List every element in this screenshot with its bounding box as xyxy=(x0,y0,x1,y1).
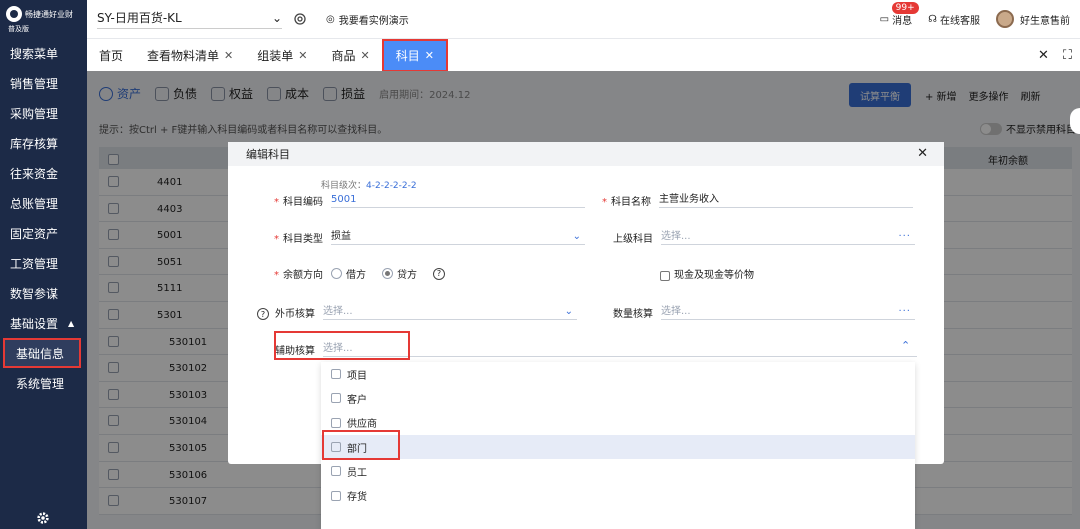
more-icon: ··· xyxy=(898,306,911,317)
message-icon: ▭ xyxy=(879,13,890,25)
aux-select[interactable]: 选择... xyxy=(323,341,917,357)
cash-field: 现金及现金等价物 xyxy=(660,266,754,281)
avatar xyxy=(996,10,1014,28)
option-project[interactable]: 项目 xyxy=(321,362,915,386)
credit-radio[interactable]: 贷方 xyxy=(382,266,417,281)
service-button[interactable]: ☊ 在线客服 xyxy=(928,12,980,27)
qty-field: 数量核算 选择... ··· xyxy=(613,304,915,320)
close-all-icon[interactable]: ✕ xyxy=(1038,48,1049,63)
user-menu[interactable]: 好生意售前 xyxy=(996,10,1070,28)
menu-funds[interactable]: 往来资金 xyxy=(0,158,87,188)
message-badge: 99+ xyxy=(891,1,919,14)
company-select[interactable]: SY-日用百货-KL ⌄ xyxy=(97,9,282,29)
gear-icon[interactable] xyxy=(36,511,50,525)
option-customer[interactable]: 客户 xyxy=(321,386,915,410)
option-checkbox[interactable] xyxy=(331,417,341,428)
edition-label: 普及版 xyxy=(8,25,29,33)
debit-radio[interactable]: 借方 xyxy=(331,266,366,281)
tab-accounts[interactable]: 科目 ✕ xyxy=(381,38,448,72)
tab-bar: 首页 查看物料清单 ✕ 组装单 ✕ 商品 ✕ 科目 ✕ ✕ ⛶ xyxy=(87,38,1080,72)
menu-sales[interactable]: 销售管理 xyxy=(0,68,87,98)
tab-goods[interactable]: 商品 ✕ xyxy=(319,39,381,72)
close-icon[interactable]: ✕ xyxy=(425,49,434,62)
menu-payroll[interactable]: 工资管理 xyxy=(0,248,87,278)
highlight-box xyxy=(322,430,400,460)
parent-select[interactable]: 选择... ··· xyxy=(661,229,915,245)
tab-bom[interactable]: 查看物料清单 ✕ xyxy=(135,39,245,72)
fx-field: ? 外币核算 选择... ⌄ xyxy=(257,304,577,320)
cash-checkbox[interactable] xyxy=(660,271,670,281)
caret-up-icon: ▲ xyxy=(68,318,75,328)
option-department[interactable]: 部门 xyxy=(321,434,915,460)
qty-select[interactable]: 选择... ··· xyxy=(661,304,915,320)
direction-field: * 余额方向 借方 贷方 ? xyxy=(274,266,445,281)
logo: 畅捷通好业财 普及版 xyxy=(0,0,87,38)
eye-icon: ◎ xyxy=(326,13,335,25)
close-icon[interactable]: ✕ xyxy=(298,49,307,62)
type-select[interactable]: 损益 ⌄ xyxy=(331,229,585,245)
topbar: SY-日用百货-KL ⌄ ◎ 我要看实例演示 ▭ 消息 99+ ☊ 在线客服 好… xyxy=(87,0,1080,38)
menu-fixed-assets[interactable]: 固定资产 xyxy=(0,218,87,248)
side-float-handle[interactable] xyxy=(1070,108,1080,134)
logo-icon xyxy=(6,6,22,22)
messages-button[interactable]: ▭ 消息 99+ xyxy=(879,1,919,27)
fx-select[interactable]: 选择... ⌄ xyxy=(323,304,577,320)
option-checkbox[interactable] xyxy=(331,490,341,501)
option-employee[interactable]: 员工 xyxy=(321,459,915,483)
option-supplier[interactable]: 供应商 xyxy=(321,411,915,435)
menu-system[interactable]: 系统管理 xyxy=(0,368,87,398)
level-hint: 科目级次：4-2-2-2-2-2 xyxy=(321,181,417,191)
chevron-down-icon: ⌄ xyxy=(572,231,581,242)
settings-icon[interactable] xyxy=(292,11,308,27)
menu-purchase[interactable]: 采购管理 xyxy=(0,98,87,128)
close-icon[interactable]: ✕ xyxy=(361,49,370,62)
close-icon[interactable]: ✕ xyxy=(917,146,928,161)
name-input[interactable]: 主营业务收入 xyxy=(659,192,913,208)
aux-dropdown: 项目 客户 供应商 部门 员工 存货 xyxy=(321,362,915,529)
option-stock[interactable]: 存货 xyxy=(321,483,915,507)
menu-basic-info[interactable]: 基础信息 xyxy=(3,338,81,368)
highlight-box xyxy=(274,331,410,360)
option-checkbox[interactable] xyxy=(331,466,341,477)
fullscreen-icon[interactable]: ⛶ xyxy=(1063,48,1072,63)
logo-text: 畅捷通好业财 xyxy=(25,9,73,19)
name-field: * 科目名称 主营业务收入 xyxy=(602,192,913,208)
dialog-title: 编辑科目 xyxy=(246,148,290,161)
help-icon[interactable]: ? xyxy=(433,267,445,280)
headset-icon: ☊ xyxy=(928,13,937,25)
tab-home[interactable]: 首页 xyxy=(87,39,135,72)
menu-ledger[interactable]: 总账管理 xyxy=(0,188,87,218)
help-icon[interactable]: ? xyxy=(257,308,269,320)
chevron-up-icon[interactable]: ⌃ xyxy=(901,339,910,352)
chevron-down-icon: ⌄ xyxy=(564,306,573,317)
code-input[interactable]: 5001 xyxy=(331,192,585,208)
chevron-down-icon: ⌄ xyxy=(271,10,282,25)
menu-basic-settings[interactable]: 基础设置 ▲ xyxy=(0,308,87,338)
option-checkbox[interactable] xyxy=(331,393,341,404)
parent-field: 上级科目 选择... ··· xyxy=(613,229,915,245)
demo-link[interactable]: ◎ 我要看实例演示 xyxy=(326,12,409,27)
more-icon: ··· xyxy=(898,231,911,242)
menu-insights[interactable]: 数智参谋 xyxy=(0,278,87,308)
sidebar: 畅捷通好业财 普及版 搜索菜单 销售管理 采购管理 库存核算 往来资金 总账管理… xyxy=(0,0,87,529)
close-icon[interactable]: ✕ xyxy=(224,49,233,62)
option-checkbox[interactable] xyxy=(331,369,341,380)
code-field: * 科目编码 5001 xyxy=(274,192,585,208)
type-field: * 科目类型 损益 ⌄ xyxy=(274,229,585,245)
tab-assembly[interactable]: 组装单 ✕ xyxy=(245,39,319,72)
menu-search[interactable]: 搜索菜单 xyxy=(0,38,87,68)
menu-inventory[interactable]: 库存核算 xyxy=(0,128,87,158)
